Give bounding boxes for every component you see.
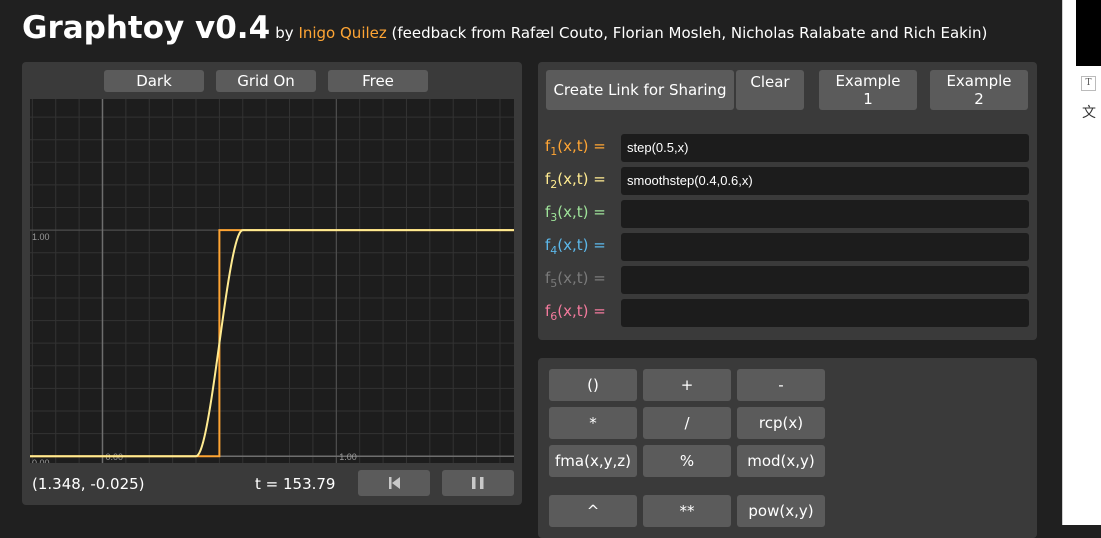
- function-input-6[interactable]: [621, 299, 1029, 327]
- app-header: Graphtoy v0.4 by Inigo Quilez (feedback …: [22, 10, 987, 46]
- browser-extension-bar: T 文: [1076, 0, 1101, 525]
- function-row-1: f1(x,t) = step(0.5,x): [545, 134, 1029, 162]
- function-input-1[interactable]: step(0.5,x): [621, 134, 1029, 162]
- app-title: Graphtoy v0.4: [22, 10, 271, 46]
- create-link-button[interactable]: Create Link for Sharing: [546, 70, 734, 110]
- key-button[interactable]: /: [643, 407, 731, 439]
- author-link[interactable]: Inigo Quilez: [298, 24, 386, 42]
- function-input-4[interactable]: [621, 233, 1029, 261]
- dark-toggle-button[interactable]: Dark: [104, 70, 204, 92]
- key-button[interactable]: rcp(x): [737, 407, 825, 439]
- function-args: (x,t) =: [557, 170, 606, 188]
- clear-button[interactable]: Clear: [736, 70, 804, 110]
- function-label: f2(x,t) =: [545, 170, 606, 191]
- function-row-6: f6(x,t) =: [545, 299, 1029, 327]
- example-1-label: Example 1: [835, 72, 901, 108]
- extension-header: [1076, 0, 1101, 66]
- translate-icon[interactable]: 文: [1082, 102, 1096, 122]
- graph-panel: Dark Grid On Free 0.001.000.001.00 (1.34…: [22, 62, 522, 505]
- function-args: (x,t) =: [557, 269, 606, 287]
- function-args: (x,t) =: [557, 203, 606, 221]
- function-row-3: f3(x,t) =: [545, 200, 1029, 228]
- text-icon[interactable]: T: [1081, 76, 1096, 91]
- function-args: (x,t) =: [557, 302, 606, 320]
- pause-button[interactable]: [442, 470, 514, 496]
- function-input-5[interactable]: [621, 266, 1029, 294]
- by-label: by: [275, 24, 294, 42]
- skip-back-icon: [389, 477, 400, 489]
- example-1-button[interactable]: Example 1: [819, 70, 917, 110]
- free-mode-button[interactable]: Free: [328, 70, 428, 92]
- function-label: f6(x,t) =: [545, 302, 606, 323]
- key-button[interactable]: %: [643, 445, 731, 477]
- key-button[interactable]: +: [643, 369, 731, 401]
- key-button[interactable]: fma(x,y,z): [549, 445, 637, 477]
- function-row-5: f5(x,t) =: [545, 266, 1029, 294]
- functions-panel: Create Link for Sharing Clear Example 1 …: [538, 62, 1037, 340]
- y-tick-label: 0.00: [32, 458, 50, 463]
- rewind-button[interactable]: [358, 470, 430, 496]
- byline: by Inigo Quilez (feedback from Rafæl Cou…: [275, 24, 987, 42]
- graph-plot[interactable]: 0.001.000.001.00: [30, 99, 514, 463]
- key-button[interactable]: mod(x,y): [737, 445, 825, 477]
- example-2-label: Example 2: [946, 72, 1012, 108]
- function-row-2: f2(x,t) = smoothstep(0.4,0.6,x): [545, 167, 1029, 195]
- operator-keyboard: () + - * / rcp(x) fma(x,y,z)% mod(x,y) ^ ** pow(x,…: [538, 358, 1037, 538]
- function-label: f4(x,t) =: [545, 236, 606, 257]
- function-args: (x,t) =: [557, 236, 606, 254]
- function-row-4: f4(x,t) =: [545, 233, 1029, 261]
- graph-canvas[interactable]: 0.001.000.001.00: [30, 99, 514, 463]
- key-button[interactable]: (): [549, 369, 637, 401]
- key-button[interactable]: *: [549, 407, 637, 439]
- pause-icon: [472, 477, 484, 489]
- cursor-coordinates: (1.348, -0.025): [32, 475, 145, 493]
- y-tick-label: 1.00: [32, 232, 50, 242]
- key-button[interactable]: -: [737, 369, 825, 401]
- function-args: (x,t) =: [557, 137, 606, 155]
- example-2-button[interactable]: Example 2: [930, 70, 1028, 110]
- function-input-3[interactable]: [621, 200, 1029, 228]
- feedback-credits: (feedback from Rafæl Couto, Florian Mosl…: [391, 24, 988, 42]
- time-readout: t = 153.79: [255, 475, 336, 493]
- key-button[interactable]: ^: [549, 495, 637, 527]
- grid-toggle-button[interactable]: Grid On: [216, 70, 316, 92]
- function-label: f3(x,t) =: [545, 203, 606, 224]
- function-label: f1(x,t) =: [545, 137, 606, 158]
- key-button[interactable]: **: [643, 495, 731, 527]
- page-scrollbar[interactable]: [1062, 0, 1076, 525]
- key-button[interactable]: pow(x,y): [737, 495, 825, 527]
- function-label: f5(x,t) =: [545, 269, 606, 290]
- x-tick-label: 1.00: [339, 452, 357, 462]
- function-input-2[interactable]: smoothstep(0.4,0.6,x): [621, 167, 1029, 195]
